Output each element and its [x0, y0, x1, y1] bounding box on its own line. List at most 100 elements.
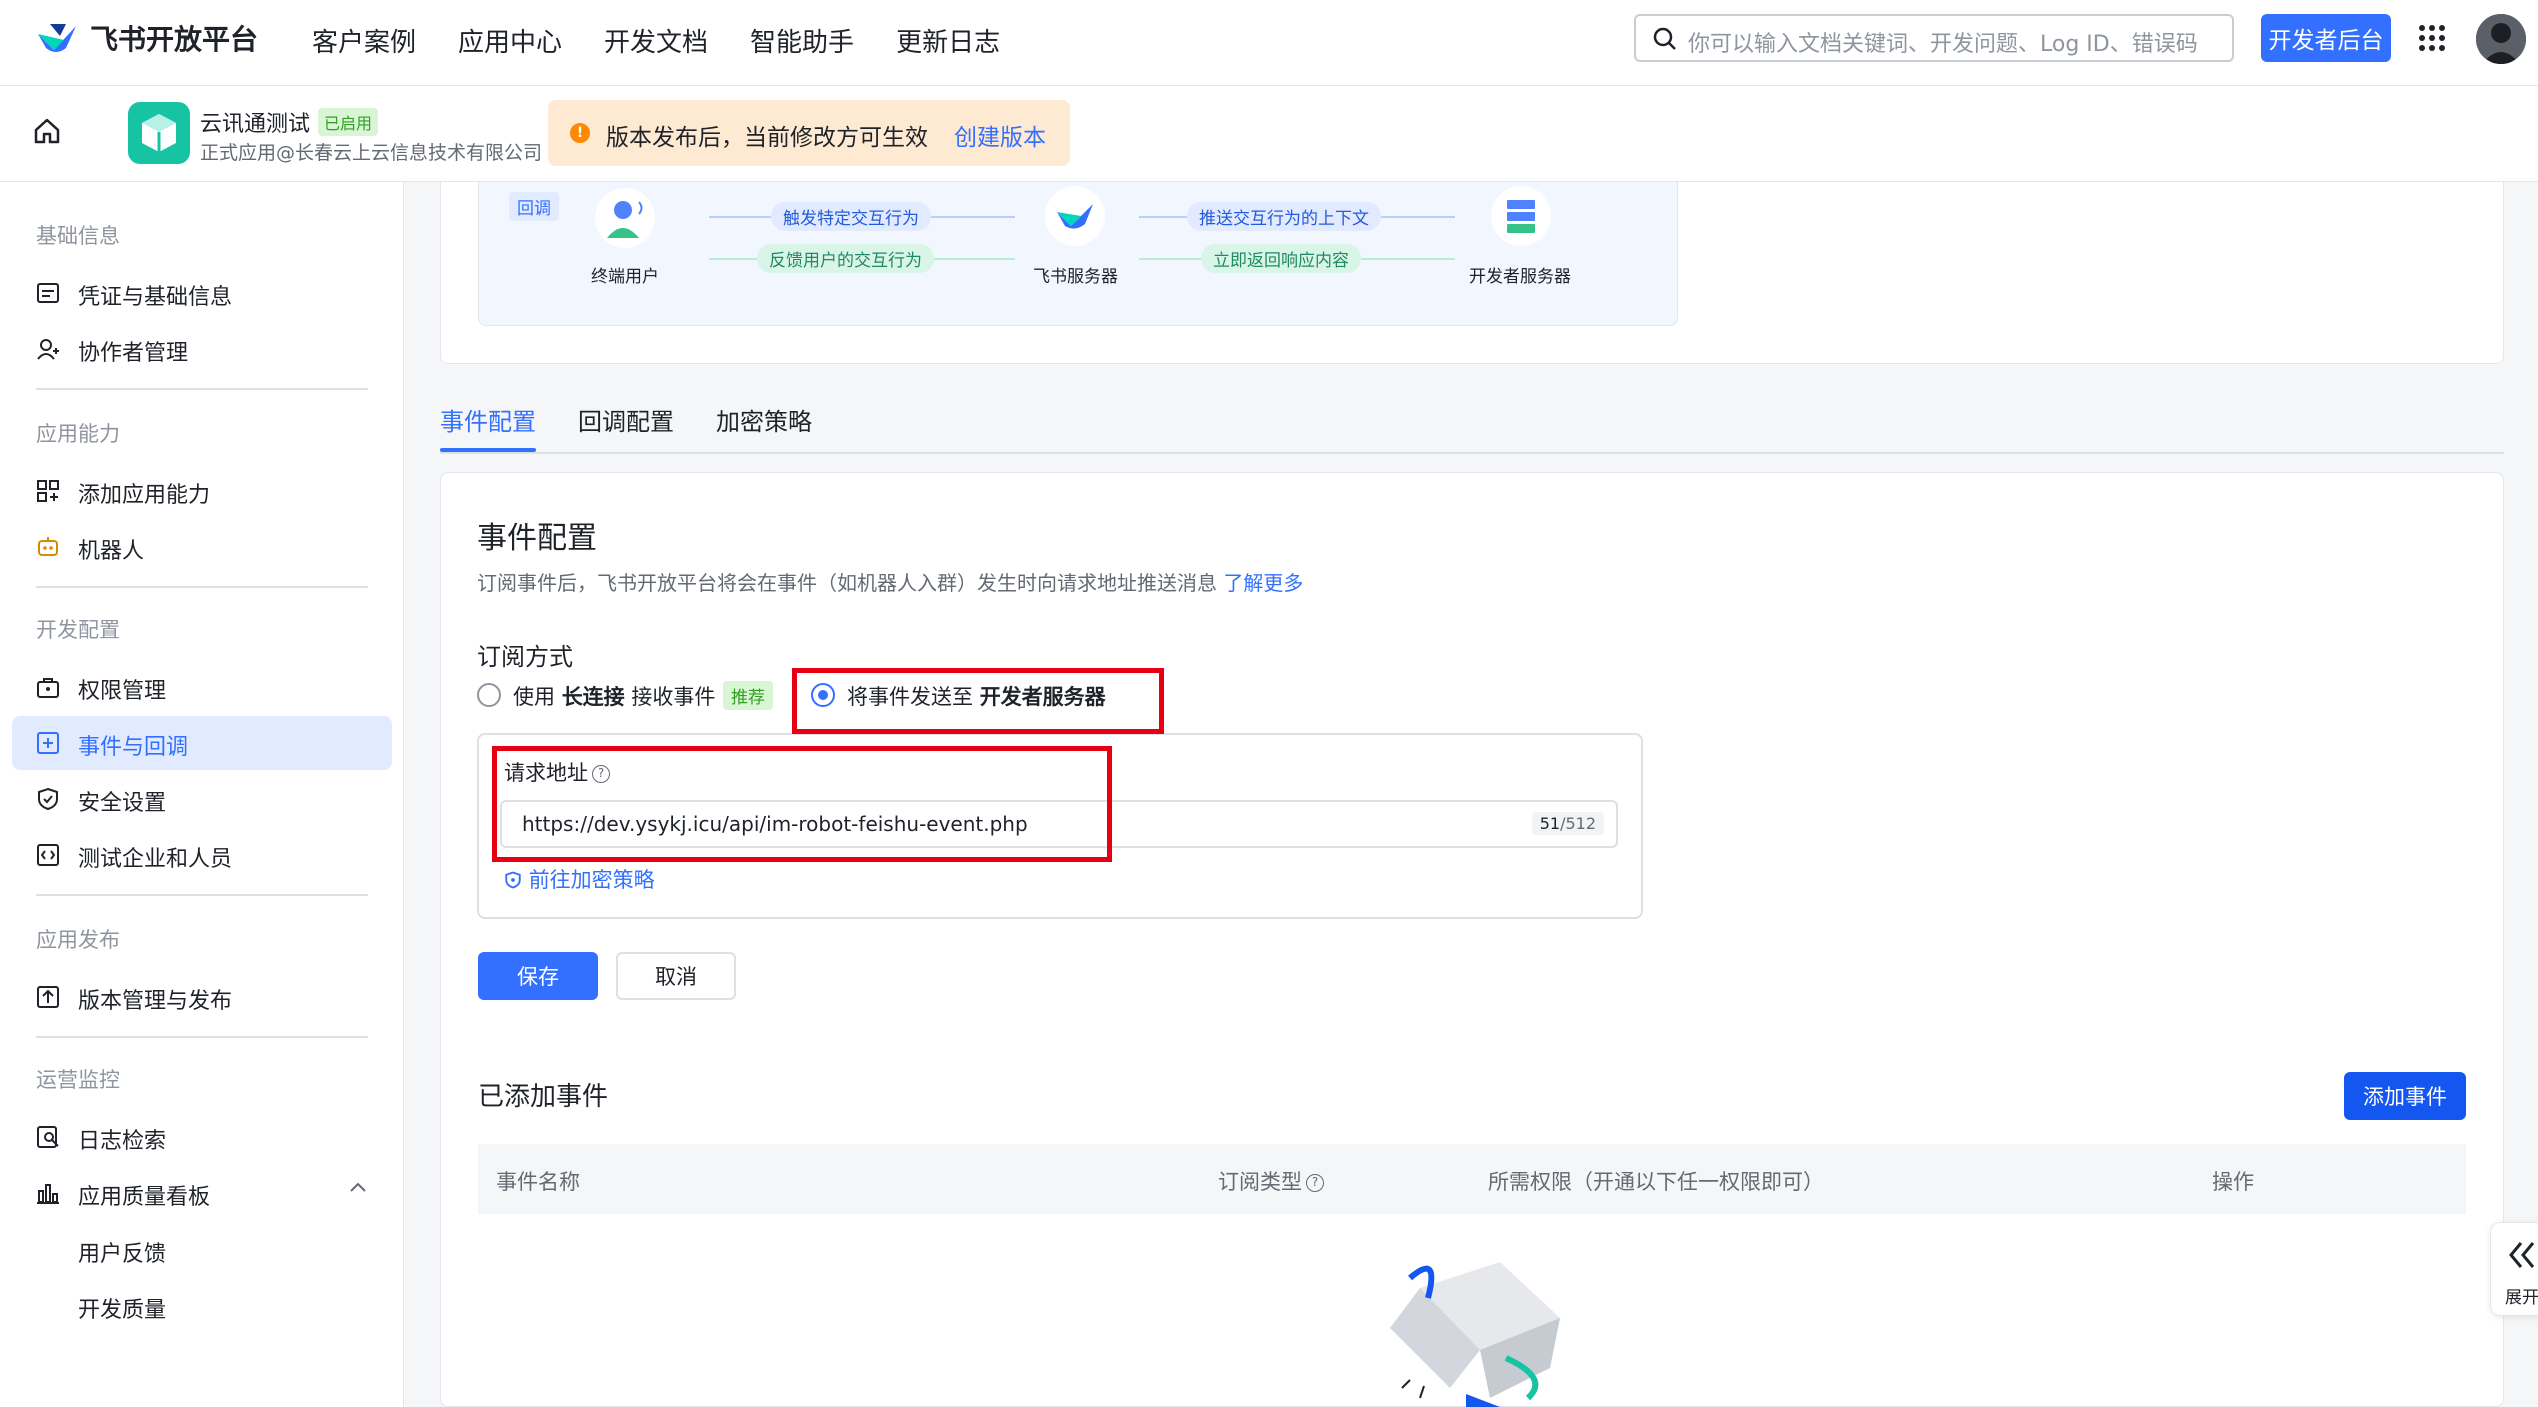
test-icon: [37, 844, 59, 866]
column-event-name: 事件名称: [496, 1170, 580, 1194]
tab-indicator: [440, 448, 536, 452]
search-placeholder: 你可以输入文档关键词、开发问题、Log ID、错误码: [1688, 32, 2198, 57]
column-actions: 操作: [2212, 1170, 2254, 1194]
logo[interactable]: 飞书开放平台: [36, 18, 258, 58]
option-text: 接收事件: [631, 685, 716, 709]
add-event-button[interactable]: 添加事件: [2344, 1072, 2466, 1120]
option-bold: 长连接: [561, 685, 625, 709]
description-text: 订阅事件后，飞书开放平台将会在事件（如机器人入群）发生时向请求地址推送消息: [477, 571, 1217, 595]
char-max: /512: [1560, 814, 1596, 833]
nav-item-changelog[interactable]: 更新日志: [896, 22, 1000, 59]
sidebar-item-label: 事件与回调: [78, 735, 189, 760]
arrow-label: 触发特定交互行为: [771, 202, 931, 231]
robot-icon: [38, 537, 58, 556]
encryption-link-text: 前往加密策略: [528, 868, 655, 892]
sidebar-item-label: 权限管理: [78, 679, 167, 704]
sidebar-item-robot[interactable]: 机器人: [12, 520, 392, 574]
arrow-label: 反馈用户的交互行为: [757, 244, 934, 273]
user-avatar[interactable]: [2476, 14, 2526, 64]
sidebar-item-security[interactable]: 安全设置: [12, 772, 392, 826]
column-permissions: 所需权限（开通以下任一权限即可）: [1488, 1170, 1824, 1194]
end-user-node: [595, 188, 655, 248]
nav-item-cases[interactable]: 客户案例: [312, 22, 416, 59]
tab-callback-config[interactable]: 回调配置: [578, 402, 674, 437]
arrow-label: 立即返回响应内容: [1201, 244, 1361, 273]
sidebar-group-basic: 基础信息: [36, 224, 120, 248]
avatar-icon: [2476, 14, 2526, 64]
highlight-box: [792, 668, 1164, 734]
tab-event-config[interactable]: 事件配置: [440, 402, 536, 437]
cancel-button[interactable]: 取消: [616, 952, 736, 1000]
sidebar-item-credentials[interactable]: 凭证与基础信息: [12, 266, 392, 320]
sidebar-subitem-feedback[interactable]: 用户反馈: [78, 1236, 166, 1268]
sidebar-item-events[interactable]: 事件与回调: [12, 716, 392, 770]
sidebar-divider: [36, 388, 368, 390]
sidebar-item-versions[interactable]: 版本管理与发布: [12, 970, 392, 1024]
tab-encryption[interactable]: 加密策略: [716, 402, 812, 437]
callback-diagram: 回调 终端用户 飞书服务器 开发者服务器 触发特定交互行为 反馈用户的交互行为 …: [478, 182, 1678, 326]
subscribe-mode-label: 订阅方式: [477, 643, 573, 671]
learn-more-link[interactable]: 了解更多: [1223, 571, 1303, 595]
radio-long-connection-label: 使用 长连接 接收事件: [513, 681, 715, 711]
app-header: 云讯通测试 已启用 正式应用@长春云上云信息技术有限公司 ! 版本发布后，当前修…: [0, 86, 2538, 182]
developer-console-button[interactable]: 开发者后台: [2261, 14, 2391, 62]
sidebar-item-label: 日志检索: [78, 1129, 167, 1154]
sidebar-item-quality[interactable]: 应用质量看板: [12, 1166, 392, 1220]
top-nav: 飞书开放平台 客户案例 应用中心 开发文档 智能助手 更新日志 你可以输入文档关…: [0, 0, 2538, 86]
log-icon: [37, 1126, 59, 1148]
search-input[interactable]: 你可以输入文档关键词、开发问题、Log ID、错误码: [1634, 14, 2234, 62]
highlight-box: [492, 746, 1112, 862]
create-version-link[interactable]: 创建版本: [954, 118, 1046, 152]
help-icon[interactable]: ?: [1306, 1174, 1324, 1192]
cube-icon: [142, 114, 176, 152]
sidebar-item-label: 添加应用能力: [78, 483, 211, 508]
sidebar-item-add-capability[interactable]: 添加应用能力: [12, 464, 392, 518]
user-icon: [607, 201, 643, 238]
developer-server-node: [1491, 186, 1551, 246]
events-table-header: 事件名称 订阅类型? 所需权限（开通以下任一权限即可） 操作: [478, 1144, 2466, 1214]
sidebar-group-monitoring: 运营监控: [36, 1068, 120, 1092]
nav-item-app-center[interactable]: 应用中心: [458, 22, 562, 59]
publish-notice: ! 版本发布后，当前修改方可生效 创建版本: [548, 100, 1070, 166]
added-events-title: 已添加事件: [478, 1082, 609, 1112]
double-chevron-left-icon: [2509, 1242, 2535, 1268]
recommended-badge: 推荐: [723, 681, 773, 710]
save-button[interactable]: 保存: [478, 952, 598, 1000]
char-counter: 51/512: [1531, 812, 1604, 835]
shield-icon: [38, 787, 58, 811]
app-icon: [128, 102, 190, 164]
feishu-logo-icon: [1057, 204, 1093, 229]
sidebar-divider: [36, 1036, 368, 1038]
section-description: 订阅事件后，飞书开放平台将会在事件（如机器人入群）发生时向请求地址推送消息 了解…: [477, 567, 1303, 596]
app-org: 正式应用@长春云上云信息技术有限公司: [200, 142, 543, 164]
sidebar-subitem-dev-quality[interactable]: 开发质量: [78, 1292, 166, 1324]
sidebar-item-test-org[interactable]: 测试企业和人员: [12, 828, 392, 882]
feishu-logo-icon: [38, 24, 76, 52]
home-icon[interactable]: [32, 116, 62, 146]
add-capability-icon: [37, 480, 59, 502]
credential-icon: [37, 283, 59, 303]
sidebar-item-logs[interactable]: 日志检索: [12, 1110, 392, 1164]
permission-icon: [37, 678, 59, 698]
feishu-server-node: [1045, 186, 1105, 246]
encryption-strategy-link[interactable]: 前往加密策略: [504, 864, 655, 894]
sidebar: 基础信息 凭证与基础信息 协作者管理 应用能力 添加应用能力 机器人 开发配置 …: [0, 182, 404, 1407]
sidebar-item-label: 协作者管理: [78, 341, 189, 366]
logo-text: 飞书开放平台: [90, 23, 259, 56]
node-caption: 飞书服务器: [1033, 267, 1118, 287]
char-count: 51: [1539, 814, 1561, 833]
node-caption: 终端用户: [591, 267, 659, 287]
expand-panel-button[interactable]: 展开: [2490, 1222, 2538, 1316]
radio-long-connection[interactable]: [477, 683, 501, 707]
sidebar-item-label: 应用质量看板: [78, 1185, 211, 1210]
chevron-up-icon[interactable]: [348, 1180, 368, 1194]
shield-icon: [505, 871, 521, 889]
section-title: 事件配置: [477, 521, 597, 556]
app-grid-icon[interactable]: [2418, 24, 2446, 52]
sidebar-item-collaborators[interactable]: 协作者管理: [12, 322, 392, 376]
sidebar-item-permissions[interactable]: 权限管理: [12, 660, 392, 714]
callback-tag: 回调: [509, 192, 559, 221]
nav-item-assistant[interactable]: 智能助手: [750, 22, 854, 59]
nav-item-docs[interactable]: 开发文档: [604, 22, 708, 59]
sidebar-item-label: 安全设置: [78, 791, 167, 816]
